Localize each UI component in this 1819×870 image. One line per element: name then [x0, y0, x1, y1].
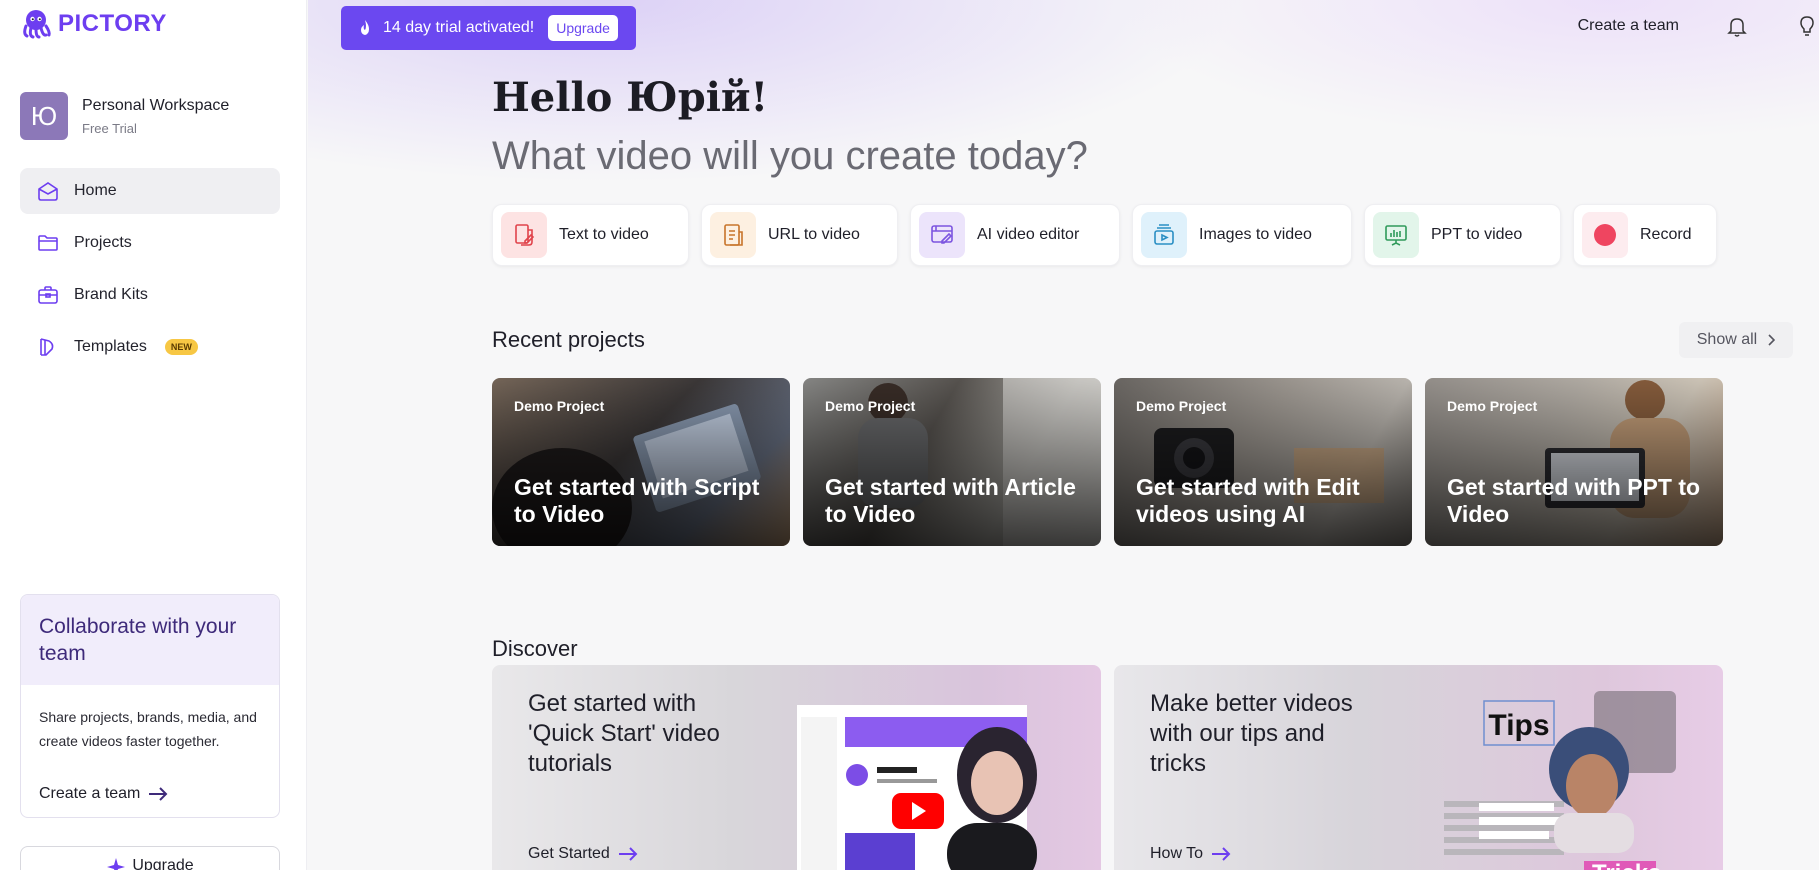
project-title: Get started with Article to Video — [825, 474, 1076, 527]
how-to-label: How To — [1150, 845, 1204, 862]
project-card[interactable]: Demo Project Get started with PPT to Vid… — [1425, 378, 1723, 546]
project-title: Get started with Edit videos using AI — [1136, 474, 1360, 527]
bell-icon[interactable] — [1725, 14, 1749, 38]
create-team-button[interactable]: Create a team — [1578, 17, 1679, 35]
collaborate-title: Collaborate with your team — [21, 595, 279, 685]
logo-text: PICTORY — [58, 10, 167, 37]
briefcase-icon — [38, 286, 58, 304]
tips-tricks-thumbnail: Tips Tricks — [1444, 691, 1676, 870]
create-actions: Text to video URL to video AI video edit… — [492, 204, 1717, 266]
discover-title: Discover — [492, 636, 578, 661]
project-title: Get started with Script to Video — [514, 474, 760, 527]
upgrade-button[interactable]: Upgrade — [20, 846, 280, 870]
main-content: 14 day trial activated! Upgrade Create a… — [308, 0, 1819, 870]
greeting: Hello Юрій! — [492, 74, 769, 121]
project-tag: Demo Project — [1136, 398, 1227, 414]
project-card[interactable]: Demo Project Get started with Edit video… — [1114, 378, 1412, 546]
arrow-right-icon — [618, 847, 638, 861]
images-to-video-icon — [1141, 212, 1187, 258]
ppt-to-video-icon — [1373, 212, 1419, 258]
flame-icon — [361, 20, 369, 35]
upgrade-button-label: Upgrade — [132, 857, 194, 870]
project-card[interactable]: Demo Project Get started with Script to … — [492, 378, 790, 546]
pictory-logo[interactable]: PICTORY — [20, 8, 167, 40]
sidebar-item-label: Home — [74, 182, 117, 199]
trial-text: 14 day trial activated! — [383, 19, 535, 36]
ai-video-editor-button[interactable]: AI video editor — [910, 204, 1120, 266]
record-icon — [1582, 212, 1628, 258]
sidebar: PICTORY Ю Personal Workspace Free Trial … — [0, 0, 307, 870]
recent-projects-title: Recent projects — [492, 327, 645, 352]
sidebar-item-templates[interactable]: Templates NEW — [20, 324, 280, 370]
topbar-actions: Create a team — [1578, 14, 1819, 38]
action-label: URL to video — [768, 226, 860, 243]
how-to-link[interactable]: How To — [1150, 845, 1231, 863]
url-to-video-button[interactable]: URL to video — [701, 204, 898, 266]
text-to-video-icon — [501, 212, 547, 258]
ppt-to-video-button[interactable]: PPT to video — [1364, 204, 1561, 266]
workspace-name: Personal Workspace — [82, 96, 230, 114]
discover-card-quick-start[interactable]: Get started with 'Quick Start' video tut… — [492, 665, 1101, 870]
arrow-right-icon — [149, 787, 168, 801]
new-badge: NEW — [164, 339, 198, 355]
project-tag: Demo Project — [1447, 398, 1538, 414]
sidebar-item-label: Templates — [74, 338, 147, 355]
create-team-link-label: Create a team — [39, 785, 141, 802]
text-to-video-button[interactable]: Text to video — [492, 204, 689, 266]
sidebar-item-brand-kits[interactable]: Brand Kits — [20, 272, 280, 318]
create-team-link[interactable]: Create a team — [39, 785, 168, 803]
images-to-video-button[interactable]: Images to video — [1132, 204, 1352, 266]
project-card[interactable]: Demo Project Get started with Article to… — [803, 378, 1101, 546]
project-title: Get started with PPT to Video — [1447, 474, 1701, 527]
trial-upgrade-button[interactable]: Upgrade — [548, 15, 618, 41]
get-started-link[interactable]: Get Started — [528, 845, 638, 863]
discover-list: Get started with 'Quick Start' video tut… — [492, 665, 1723, 870]
chevron-right-icon — [1768, 334, 1776, 346]
show-all-label: Show all — [1696, 331, 1758, 348]
action-label: Images to video — [1199, 226, 1312, 243]
show-all-button[interactable]: Show all — [1679, 322, 1793, 358]
folder-icon — [38, 235, 58, 251]
workspace-avatar: Ю — [20, 92, 68, 140]
workspace-plan: Free Trial — [82, 120, 137, 136]
record-button[interactable]: Record — [1573, 204, 1717, 266]
sidebar-item-label: Brand Kits — [74, 286, 148, 303]
discover-card-tips[interactable]: Make better videos with our tips and tri… — [1114, 665, 1723, 870]
lightbulb-icon[interactable] — [1795, 14, 1819, 38]
tips-art-text: Tips — [1488, 709, 1549, 742]
project-tag: Demo Project — [825, 398, 916, 414]
collaborate-card: Collaborate with your team Share project… — [20, 594, 280, 818]
action-label: PPT to video — [1431, 226, 1523, 243]
sidebar-nav: Home Projects Brand Kits Templates NEW — [20, 168, 280, 376]
arrow-right-icon — [1212, 847, 1231, 861]
sidebar-item-label: Projects — [74, 234, 132, 251]
youtube-tutorial-thumbnail — [797, 705, 1037, 870]
discover-card-title: Make better videos with our tips and tri… — [1150, 690, 1353, 777]
octopus-logo-icon — [23, 10, 51, 39]
ai-editor-icon — [919, 212, 965, 258]
sparkle-icon — [107, 858, 126, 870]
discover-card-title: Get started with 'Quick Start' video tut… — [528, 690, 720, 777]
home-icon — [38, 182, 58, 201]
action-label: AI video editor — [977, 226, 1080, 243]
sidebar-item-home[interactable]: Home — [20, 168, 280, 214]
collaborate-description: Share projects, brands, media, and creat… — [39, 709, 257, 749]
templates-icon — [40, 338, 54, 356]
recent-projects-list: Demo Project Get started with Script to … — [492, 378, 1723, 546]
action-label: Record — [1640, 226, 1692, 243]
url-to-video-icon — [710, 212, 756, 258]
action-label: Text to video — [559, 226, 649, 243]
hero-subtitle: What video will you create today? — [492, 134, 1088, 178]
trial-banner: 14 day trial activated! Upgrade — [341, 6, 636, 50]
tricks-art-text: Tricks — [1592, 860, 1661, 870]
project-tag: Demo Project — [514, 398, 605, 414]
sidebar-item-projects[interactable]: Projects — [20, 220, 280, 266]
workspace-switcher[interactable]: Ю Personal Workspace Free Trial — [20, 92, 229, 140]
get-started-label: Get Started — [528, 845, 610, 862]
